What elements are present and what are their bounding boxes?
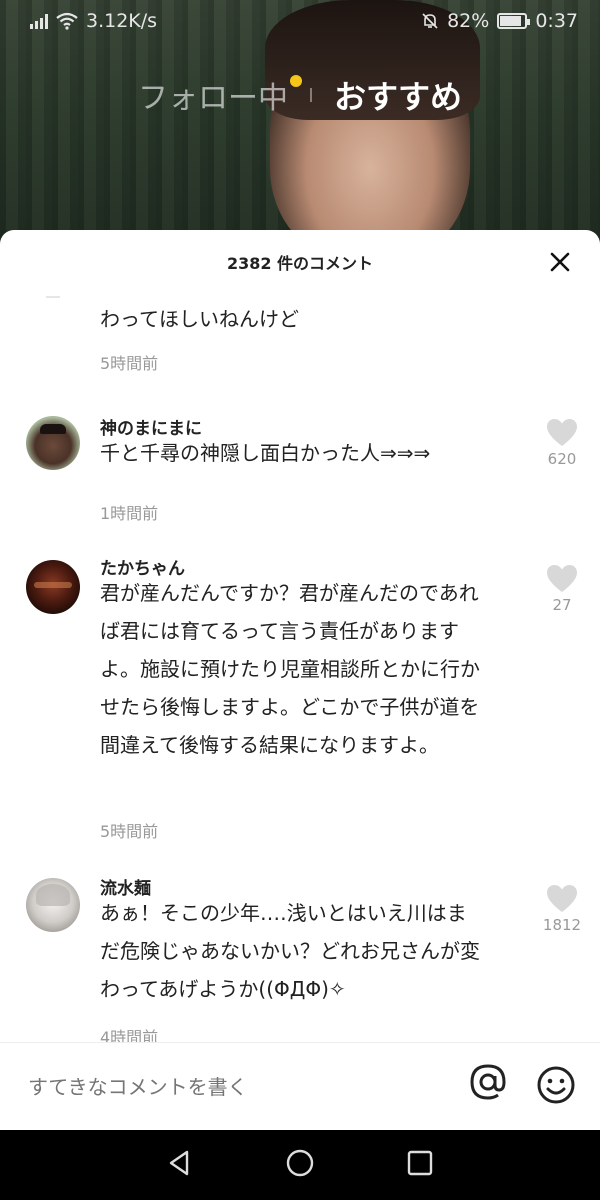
comment-count-title: 2382 件のコメント	[226, 254, 374, 273]
tab-divider	[309, 88, 312, 102]
comment-sheet-header: 2382 件のコメント	[0, 230, 600, 294]
system-navigation-bar	[0, 1130, 600, 1200]
home-button[interactable]	[285, 1148, 315, 1182]
like-count: 27	[552, 596, 572, 614]
tab-recommended[interactable]: おすすめ	[334, 72, 462, 118]
comment-input-bar	[0, 1042, 600, 1130]
like-button[interactable]: 620	[546, 418, 578, 468]
emoji-icon	[537, 1066, 575, 1103]
network-speed: 3.12K/s	[86, 10, 158, 32]
wifi-icon	[56, 12, 78, 30]
status-right: 82% 0:37	[421, 10, 578, 32]
comment-list[interactable]: わってほしいねんけど 5時間前 神のまにまに 千と千尋の神隠し面白かった人⇒⇒⇒…	[0, 294, 600, 1042]
close-icon	[550, 252, 570, 272]
battery-percent: 82%	[447, 10, 490, 32]
avatar[interactable]	[26, 560, 80, 614]
battery-icon	[497, 13, 531, 29]
at-icon	[470, 1064, 506, 1100]
tab-following-label: フォロー中	[137, 81, 288, 116]
close-button[interactable]	[546, 248, 574, 276]
comment-text: わってほしいねんけど	[100, 307, 299, 331]
signal-icon	[30, 13, 48, 29]
comment-sheet: 2382 件のコメント わってほしいねんけど 5時間前 神のまにまに 千と千尋の…	[0, 230, 600, 1130]
status-left: 3.12K/s	[30, 10, 157, 32]
comment-input[interactable]	[28, 1074, 468, 1099]
mention-button[interactable]	[468, 1062, 508, 1111]
tab-following[interactable]: フォロー中	[137, 73, 302, 117]
recents-icon	[407, 1150, 433, 1176]
recents-button[interactable]	[405, 1148, 435, 1182]
notification-dot	[289, 75, 302, 87]
mute-bell-icon	[422, 13, 438, 29]
status-bar: 3.12K/s 82% 0:37	[0, 0, 600, 42]
emoji-button[interactable]	[536, 1065, 576, 1109]
status-time: 0:37	[535, 10, 578, 32]
feed-tabs: フォロー中 おすすめ	[0, 72, 600, 118]
comment-time: 5時間前	[100, 354, 159, 373]
avatar-edge	[46, 296, 60, 298]
comment-text: あぁ！そこの少年‥‥浅いとはいえ川はまだ危険じゃあないかい？どれお兄さんが変わっ…	[100, 901, 480, 1001]
heart-icon	[547, 885, 577, 912]
heart-icon	[547, 565, 577, 592]
avatar[interactable]	[26, 416, 80, 470]
like-count: 620	[547, 450, 577, 468]
heart-icon	[547, 419, 577, 446]
comment-time: 5時間前	[100, 822, 159, 841]
comment-text: 千と千尋の神隠し面白かった人⇒⇒⇒	[100, 441, 431, 465]
comment-text: 君が産んだんですか？君が産んだのであれば君には育てるって言う責任がありますよ。施…	[100, 581, 480, 757]
comment-time: 1時間前	[100, 504, 159, 523]
back-icon	[169, 1150, 189, 1176]
home-icon	[286, 1149, 314, 1177]
like-button[interactable]: 27	[546, 564, 578, 614]
like-count: 1812	[542, 916, 582, 934]
avatar[interactable]	[26, 878, 80, 932]
back-button[interactable]	[165, 1148, 195, 1182]
like-button[interactable]: 1812	[542, 884, 582, 934]
comment-time: 4時間前	[100, 1028, 159, 1042]
